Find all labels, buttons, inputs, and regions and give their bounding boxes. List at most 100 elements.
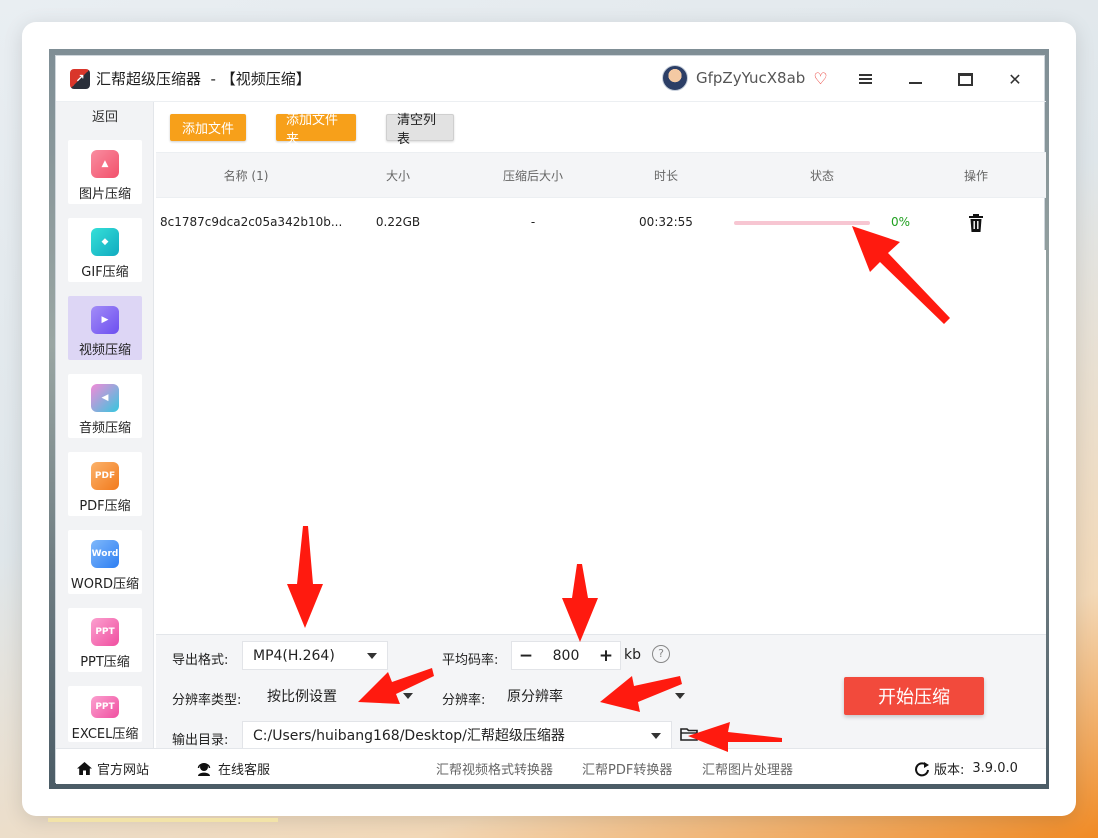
sidebar: 返回 ▲ 图片压缩 ◆ GIF压缩 ▶ 视频压缩 ◀ 音频压缩 PDF PDF压… <box>56 102 154 748</box>
back-button[interactable]: 返回 <box>56 106 154 125</box>
file-name: 8c1787c9dca2c05a342b10b... <box>160 215 343 229</box>
app-logo-icon: ↗ <box>70 68 90 89</box>
speaker-icon: ◀ <box>91 384 119 412</box>
sidebar-item-word[interactable]: Word WORD压缩 <box>68 530 142 594</box>
format-select[interactable]: MP4(H.264) <box>242 641 388 670</box>
sidebar-item-label: PDF压缩 <box>79 499 131 514</box>
minimize-icon[interactable] <box>902 66 928 92</box>
bitrate-label: 平均码率: <box>442 653 499 668</box>
sidebar-item-label: 视频压缩 <box>78 343 131 358</box>
refresh-icon <box>915 761 929 776</box>
column-compressed-size: 压缩后大小 <box>502 169 563 183</box>
progress-percent: 0% <box>891 215 911 229</box>
user-area[interactable]: GfpZyYucX8ab ♡ <box>662 65 828 91</box>
clear-list-button[interactable]: 清空列表 <box>386 113 454 147</box>
app-window: ↗ 汇帮超级压缩器 - 【视频压缩】 GfpZyYucX8ab ♡ ✕ 返回 ▲… <box>55 55 1046 784</box>
avatar[interactable] <box>662 65 688 91</box>
column-status: 状态 <box>809 169 834 183</box>
decrement-button[interactable]: − <box>512 646 540 666</box>
duration: 00:32:55 <box>639 215 693 229</box>
sidebar-item-pdf[interactable]: PDF PDF压缩 <box>68 452 142 516</box>
online-support-link[interactable]: 在线客服 <box>196 759 270 778</box>
column-action: 操作 <box>963 169 988 183</box>
gif-icon: ◆ <box>91 228 119 256</box>
trash-icon[interactable] <box>968 214 984 232</box>
resolution-type-label: 分辨率类型: <box>172 693 242 708</box>
play-icon: ▶ <box>91 306 119 334</box>
format-value: MP4(H.264) <box>253 647 335 664</box>
pdf-converter-link[interactable]: 汇帮PDF转换器 <box>582 759 672 778</box>
sidebar-item-excel[interactable]: PPT EXCEL压缩 <box>68 686 142 742</box>
title-separator: - <box>201 70 221 88</box>
version-value: 3.9.0.0 <box>972 761 1018 776</box>
add-folder-button[interactable]: 添加文件夹 <box>276 113 356 147</box>
sidebar-item-label: EXCEL压缩 <box>71 727 139 742</box>
sidebar-item-gif[interactable]: ◆ GIF压缩 <box>68 218 142 282</box>
file-list-area <box>156 250 1046 634</box>
version-label: 版本: <box>934 763 965 778</box>
username[interactable]: GfpZyYucX8ab <box>696 69 805 87</box>
resolution-select[interactable]: 原分辨率 <box>496 681 696 710</box>
official-website-link[interactable]: 官方网站 <box>76 759 149 778</box>
sidebar-item-audio[interactable]: ◀ 音频压缩 <box>68 374 142 438</box>
compressed-size: - <box>530 215 536 229</box>
column-size: 大小 <box>385 169 410 183</box>
progress-bar <box>734 221 870 225</box>
title-bar: ↗ 汇帮超级压缩器 - 【视频压缩】 GfpZyYucX8ab ♡ ✕ <box>56 56 1046 102</box>
sidebar-item-label: PPT压缩 <box>80 655 130 670</box>
chevron-down-icon <box>367 653 377 659</box>
section-title: 【视频压缩】 <box>220 70 311 88</box>
folder-icon[interactable] <box>680 727 698 741</box>
footer: 官方网站 在线客服 汇帮视频格式转换器 汇帮PDF转换器 汇帮图片处理器 版本:… <box>56 748 1046 784</box>
sidebar-item-label: 音频压缩 <box>78 421 131 436</box>
video-converter-link[interactable]: 汇帮视频格式转换器 <box>436 759 553 778</box>
resolution-value: 原分辨率 <box>507 688 563 705</box>
image-icon: ▲ <box>91 150 119 178</box>
sidebar-item-ppt[interactable]: PPT PPT压缩 <box>68 608 142 672</box>
output-dir-select[interactable]: C:/Users/huibang168/Desktop/汇帮超级压缩器 <box>242 721 672 749</box>
sidebar-item-video[interactable]: ▶ 视频压缩 <box>68 296 142 360</box>
output-dir-label: 输出目录: <box>172 733 229 748</box>
column-duration: 时长 <box>653 169 678 183</box>
pdf-file-icon: PDF <box>91 462 119 490</box>
resolution-type-value: 按比例设置 <box>267 688 337 705</box>
ppt-file-icon: PPT <box>91 618 119 646</box>
start-compress-button[interactable]: 开始压缩 <box>844 677 984 715</box>
chevron-down-icon <box>403 693 413 699</box>
word-file-icon: Word <box>91 540 119 568</box>
chevron-down-icon <box>675 693 685 699</box>
resolution-label: 分辨率: <box>442 693 486 708</box>
version-info[interactable]: 版本: 3.9.0.0 <box>914 759 1018 778</box>
maximize-icon[interactable] <box>952 66 978 92</box>
format-label: 导出格式: <box>172 653 229 668</box>
excel-file-icon: PPT <box>91 696 119 718</box>
column-name[interactable]: 名称 (1) <box>196 167 296 184</box>
vip-heart-icon[interactable]: ♡ <box>813 69 827 88</box>
settings-panel: 导出格式: MP4(H.264) 平均码率: − 800 + kb ? 分辨率类… <box>156 634 1046 749</box>
support-label: 在线客服 <box>218 763 271 778</box>
website-label: 官方网站 <box>97 763 150 778</box>
increment-button[interactable]: + <box>592 646 620 666</box>
help-icon[interactable]: ? <box>652 645 670 663</box>
menu-icon[interactable] <box>852 66 878 92</box>
output-dir-value: C:/Users/huibang168/Desktop/汇帮超级压缩器 <box>253 728 565 744</box>
sidebar-item-label: GIF压缩 <box>81 265 129 280</box>
sidebar-item-image[interactable]: ▲ 图片压缩 <box>68 140 142 204</box>
window-title: 汇帮超级压缩器 - 【视频压缩】 <box>96 68 311 89</box>
sidebar-item-label: 图片压缩 <box>78 187 131 202</box>
add-file-button[interactable]: 添加文件 <box>170 114 246 141</box>
resolution-type-select[interactable]: 按比例设置 <box>256 681 424 710</box>
chevron-down-icon <box>651 733 661 739</box>
toolbar: 添加文件 添加文件夹 清空列表 <box>154 102 1046 152</box>
image-processor-link[interactable]: 汇帮图片处理器 <box>702 759 793 778</box>
bitrate-input[interactable]: 800 <box>553 648 580 664</box>
app-name: 汇帮超级压缩器 <box>96 70 202 88</box>
sidebar-item-label: WORD压缩 <box>70 577 140 592</box>
table-header: 名称 (1) 大小 压缩后大小 时长 状态 操作 <box>156 152 1046 198</box>
file-size: 0.22GB <box>375 215 421 229</box>
bitrate-unit: kb <box>624 647 641 663</box>
bitrate-stepper: − 800 + <box>511 641 621 670</box>
bottom-strip <box>48 818 278 822</box>
table-row[interactable]: 8c1787c9dca2c05a342b10b... 0.22GB - 00:3… <box>156 198 1046 250</box>
close-icon[interactable]: ✕ <box>1002 66 1028 92</box>
